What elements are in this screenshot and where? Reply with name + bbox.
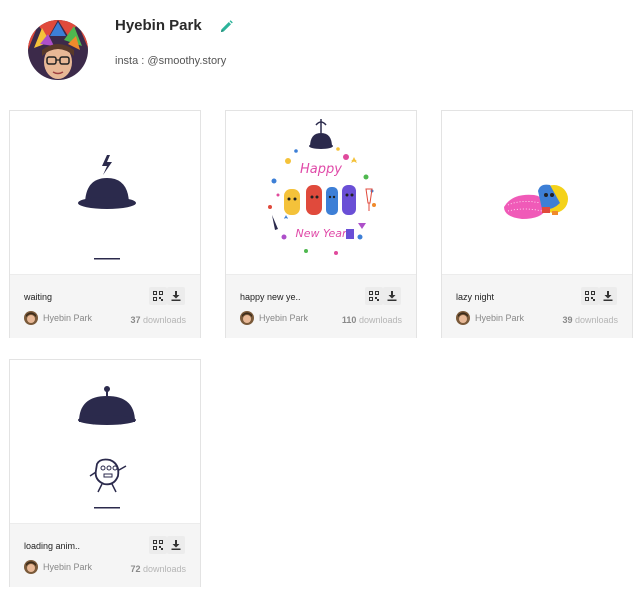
qr-code-icon (153, 540, 163, 550)
animation-card[interactable]: loading anim.. Hyebin Park 72 downloads (9, 359, 201, 587)
qr-code-icon (585, 291, 595, 301)
author-avatar[interactable] (24, 311, 38, 325)
author-name[interactable]: Hyebin Park (43, 562, 92, 572)
card-title[interactable]: happy new ye.. (240, 292, 301, 302)
download-button[interactable] (167, 536, 185, 554)
card-info: loading anim.. Hyebin Park 72 downloads (10, 523, 200, 587)
profile-name: Hyebin Park (115, 17, 202, 34)
author-avatar[interactable] (24, 560, 38, 574)
download-count: 72 downloads (130, 564, 186, 574)
download-count-number: 39 (562, 315, 573, 325)
download-count: 37 downloads (130, 315, 186, 325)
svg-text:Happy: Happy (300, 162, 342, 177)
card-info: waiting Hyebin Park 37 downloads (10, 274, 200, 338)
card-title[interactable]: waiting (24, 292, 52, 302)
download-count-number: 37 (130, 315, 141, 325)
download-button[interactable] (167, 287, 185, 305)
card-preview[interactable] (442, 111, 632, 274)
download-count-label: downloads (358, 315, 402, 325)
download-count-number: 110 (341, 315, 357, 325)
download-count-number: 72 (130, 564, 141, 574)
card-info: lazy night Hyebin Park 39 downloads (442, 274, 632, 338)
download-icon (387, 291, 397, 301)
svg-text:New Year: New Year (295, 227, 348, 240)
card-info: happy new ye.. Hyebin Park 110 downloads (226, 274, 416, 338)
download-count: 110 downloads (342, 315, 402, 325)
author-name[interactable]: Hyebin Park (259, 313, 308, 323)
card-title[interactable]: lazy night (456, 292, 494, 302)
profile-header: Hyebin Park insta : @smoothy.story (0, 0, 642, 100)
profile-bio: insta : @smoothy.story (115, 55, 227, 67)
qr-code-button[interactable] (149, 287, 167, 305)
download-button[interactable] (599, 287, 617, 305)
animation-card[interactable]: lazy night Hyebin Park 39 downloads (441, 110, 633, 338)
qr-code-icon (369, 291, 379, 301)
card-preview[interactable] (10, 360, 200, 523)
pencil-icon[interactable] (218, 19, 234, 35)
qr-code-button[interactable] (365, 287, 383, 305)
author-name[interactable]: Hyebin Park (43, 313, 92, 323)
download-icon (603, 291, 613, 301)
download-count-label: downloads (574, 315, 618, 325)
new-year-ornament-icon: Happy New Year (268, 119, 376, 255)
loading-bell-character-icon (78, 386, 136, 509)
download-icon (171, 291, 181, 301)
download-icon (171, 540, 181, 550)
profile-avatar[interactable] (28, 20, 88, 80)
animation-card[interactable]: Happy New Year happy new ye.. Hyebin Par… (225, 110, 417, 338)
lazy-night-character-icon (504, 184, 568, 219)
download-count-label: downloads (142, 564, 186, 574)
bell-animation-icon (78, 155, 136, 260)
qr-code-button[interactable] (581, 287, 599, 305)
author-avatar[interactable] (240, 311, 254, 325)
download-button[interactable] (383, 287, 401, 305)
card-title[interactable]: loading anim.. (24, 541, 80, 551)
qr-code-icon (153, 291, 163, 301)
animation-card[interactable]: waiting Hyebin Park 37 downloads (9, 110, 201, 338)
card-preview[interactable]: Happy New Year (226, 111, 416, 274)
qr-code-button[interactable] (149, 536, 167, 554)
download-count-label: downloads (142, 315, 186, 325)
author-name[interactable]: Hyebin Park (475, 313, 524, 323)
download-count: 39 downloads (562, 315, 618, 325)
author-avatar[interactable] (456, 311, 470, 325)
card-preview[interactable] (10, 111, 200, 274)
